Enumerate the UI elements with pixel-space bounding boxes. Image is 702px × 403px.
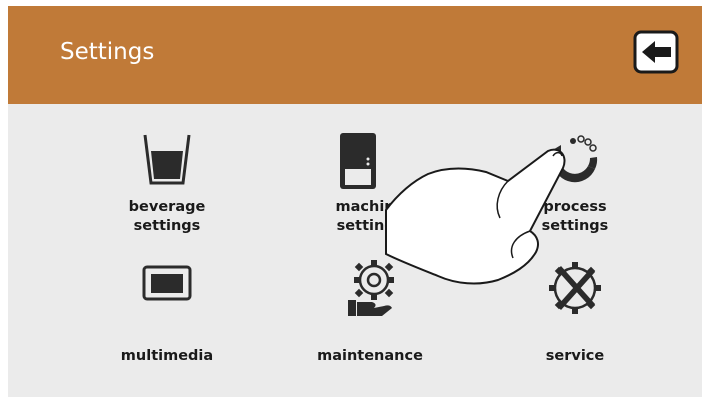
gear-hand-icon	[348, 260, 394, 316]
tile-label: maintenance	[317, 348, 423, 364]
tile-label: beverage settings	[128, 199, 206, 234]
machine-icon	[340, 133, 376, 189]
tile-service[interactable]: service	[495, 256, 655, 366]
tile-label: multimedia	[120, 348, 214, 364]
tile-multimedia[interactable]: multimedia	[87, 264, 247, 374]
back-button[interactable]	[633, 30, 679, 74]
tile-beverage-settings[interactable]: beverage settings	[87, 131, 247, 241]
tile-process-settings[interactable]: process settings	[495, 131, 655, 241]
header-bar: Settings	[8, 6, 702, 104]
process-cycle-icon	[551, 135, 598, 183]
page-title: Settings	[60, 39, 155, 65]
tile-label: process settings	[541, 199, 609, 234]
back-arrow-icon	[633, 30, 679, 74]
tile-label: service	[545, 348, 605, 364]
settings-screen: Settings beverage settings machine setti…	[8, 6, 702, 397]
screen-icon	[142, 265, 192, 301]
tile-maintenance[interactable]: maintenance	[290, 256, 450, 366]
tile-machine-settings[interactable]: machine settings	[290, 131, 450, 241]
wrench-screwdriver-icon	[549, 262, 601, 314]
glass-icon	[143, 134, 191, 185]
tile-label: machine settings	[335, 199, 405, 234]
